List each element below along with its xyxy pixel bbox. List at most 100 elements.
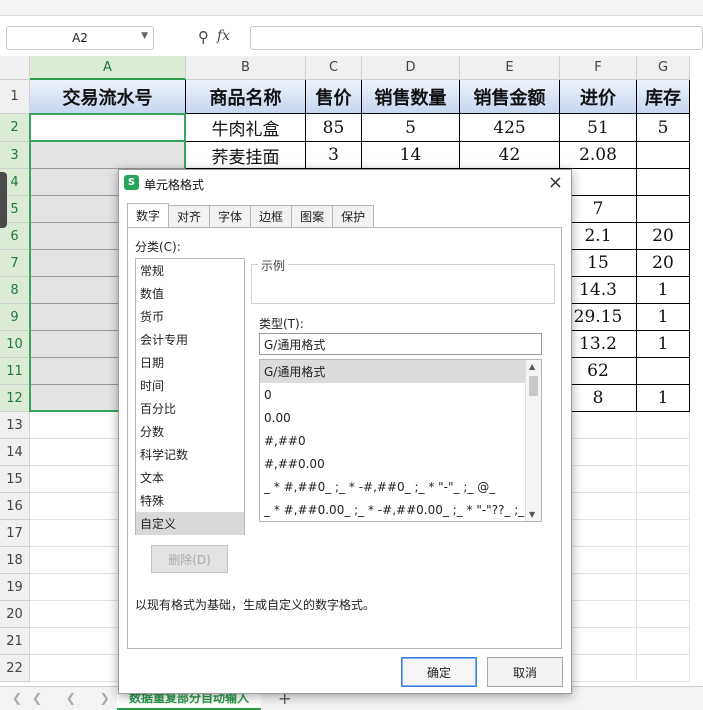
table-cell[interactable]: 1 [637, 331, 690, 358]
row-header-17[interactable]: 17 [0, 520, 30, 547]
header-cell[interactable]: 商品名称 [186, 80, 306, 114]
table-cell[interactable]: 20 [637, 250, 690, 277]
name-box[interactable]: A2 ▼ [6, 26, 154, 50]
empty-cell[interactable] [637, 574, 690, 601]
table-cell[interactable] [637, 142, 690, 169]
scroll-up-icon[interactable]: ▲ [529, 362, 535, 371]
header-cell[interactable]: 销售金额 [460, 80, 560, 114]
format-item[interactable]: #,##0.00 [260, 452, 525, 475]
fx-icon[interactable]: fx [217, 28, 230, 46]
empty-cell[interactable] [637, 439, 690, 466]
format-item[interactable]: 0 [260, 383, 525, 406]
row-header-22[interactable]: 22 [0, 655, 30, 682]
table-cell[interactable] [637, 169, 690, 196]
dialog-tab[interactable]: 图案 [291, 205, 334, 227]
category-item[interactable]: 货币 [136, 305, 244, 328]
cell-a2[interactable] [30, 114, 186, 142]
row-header-1[interactable]: 1 [0, 80, 30, 114]
column-header-d[interactable]: D [362, 56, 460, 80]
row-header-8[interactable]: 8 [0, 277, 30, 304]
row-header-21[interactable]: 21 [0, 628, 30, 655]
column-header-b[interactable]: B [186, 56, 306, 80]
table-cell[interactable]: 51 [560, 114, 637, 142]
row-header-9[interactable]: 9 [0, 304, 30, 331]
format-item[interactable]: G/通用格式 [260, 360, 525, 383]
category-item[interactable]: 常规 [136, 259, 244, 282]
table-cell[interactable]: 2.08 [560, 142, 637, 169]
row-header-19[interactable]: 19 [0, 574, 30, 601]
category-item[interactable]: 百分比 [136, 397, 244, 420]
delete-button[interactable]: 删除(D) [151, 545, 228, 573]
category-list[interactable]: 常规 数值 货币 会计专用 日期 时间 百分比 分数 科学记数 文本 特殊 自定义 [135, 258, 245, 535]
row-header-3[interactable]: 3 [0, 142, 30, 169]
category-item[interactable]: 自定义 [136, 512, 244, 535]
format-list-scrollbar[interactable]: ▲ ▼ [525, 360, 541, 521]
close-icon[interactable]: × [548, 172, 563, 193]
category-item[interactable]: 科学记数 [136, 443, 244, 466]
category-item[interactable]: 特殊 [136, 489, 244, 512]
row-header-20[interactable]: 20 [0, 601, 30, 628]
scroll-down-icon[interactable]: ▼ [529, 510, 535, 519]
table-cell[interactable]: 85 [306, 114, 362, 142]
format-list[interactable]: G/通用格式 0 0.00 #,##0 #,##0.00 _ * #,##0_ ;_ * … [259, 359, 542, 522]
dialog-tab[interactable]: 字体 [209, 205, 252, 227]
column-header-g[interactable]: G [637, 56, 690, 80]
table-cell[interactable]: 3 [306, 142, 362, 169]
category-item[interactable]: 分数 [136, 420, 244, 443]
dialog-tab[interactable]: 对齐 [168, 205, 211, 227]
category-item[interactable]: 时间 [136, 374, 244, 397]
category-item[interactable]: 数值 [136, 282, 244, 305]
dialog-tab[interactable]: 数字 [127, 203, 170, 227]
table-cell[interactable]: 牛肉礼盒 [186, 114, 306, 142]
side-panel-grip[interactable] [0, 172, 7, 228]
table-cell[interactable]: 1 [637, 385, 690, 412]
header-cell[interactable]: 售价 [306, 80, 362, 114]
zoom-search-icon[interactable]: ⚲ [198, 28, 209, 46]
table-cell[interactable]: 14 [362, 142, 460, 169]
empty-cell[interactable] [637, 412, 690, 439]
formula-input[interactable] [250, 26, 703, 50]
empty-cell[interactable] [637, 493, 690, 520]
column-header-e[interactable]: E [460, 56, 560, 80]
row-header-2[interactable]: 2 [0, 114, 30, 142]
header-cell[interactable]: 进价 [560, 80, 637, 114]
chevron-down-icon[interactable]: ▼ [141, 31, 148, 41]
table-cell[interactable]: 1 [637, 304, 690, 331]
table-cell[interactable] [637, 196, 690, 223]
category-item[interactable]: 文本 [136, 466, 244, 489]
row-header-10[interactable]: 10 [0, 331, 30, 358]
table-cell[interactable]: 20 [637, 223, 690, 250]
cell-a3[interactable] [30, 142, 186, 169]
empty-cell[interactable] [637, 520, 690, 547]
category-item[interactable]: 会计专用 [136, 328, 244, 351]
column-header-a[interactable]: A [30, 56, 186, 80]
category-item[interactable]: 日期 [136, 351, 244, 374]
table-cell[interactable]: 42 [460, 142, 560, 169]
format-item[interactable]: 0.00 [260, 406, 525, 429]
dialog-tab[interactable]: 保护 [332, 205, 375, 227]
ok-button[interactable]: 确定 [401, 657, 477, 687]
format-item[interactable]: #,##0 [260, 429, 525, 452]
cancel-button[interactable]: 取消 [487, 657, 563, 687]
scroll-thumb[interactable] [529, 376, 538, 396]
column-header-f[interactable]: F [560, 56, 637, 80]
table-cell[interactable]: 荞麦挂面 [186, 142, 306, 169]
row-header-18[interactable]: 18 [0, 547, 30, 574]
table-cell[interactable]: 5 [362, 114, 460, 142]
dialog-tab[interactable]: 边框 [250, 205, 293, 227]
column-header-c[interactable]: C [306, 56, 362, 80]
format-item[interactable]: _ * #,##0_ ;_ * -#,##0_ ;_ * "-"_ ;_ @_ [260, 475, 525, 498]
empty-cell[interactable] [637, 628, 690, 655]
row-header-7[interactable]: 7 [0, 250, 30, 277]
select-all-corner[interactable] [0, 56, 30, 80]
row-header-12[interactable]: 12 [0, 385, 30, 412]
table-cell[interactable] [637, 358, 690, 385]
table-cell[interactable]: 425 [460, 114, 560, 142]
header-cell[interactable]: 库存 [637, 80, 690, 114]
format-item[interactable]: _ * #,##0.00_ ;_ * -#,##0.00_ ;_ * "-"??… [260, 498, 525, 521]
empty-cell[interactable] [637, 547, 690, 574]
header-cell[interactable]: 销售数量 [362, 80, 460, 114]
row-header-13[interactable]: 13 [0, 412, 30, 439]
row-header-14[interactable]: 14 [0, 439, 30, 466]
header-cell[interactable]: 交易流水号 [30, 80, 186, 114]
